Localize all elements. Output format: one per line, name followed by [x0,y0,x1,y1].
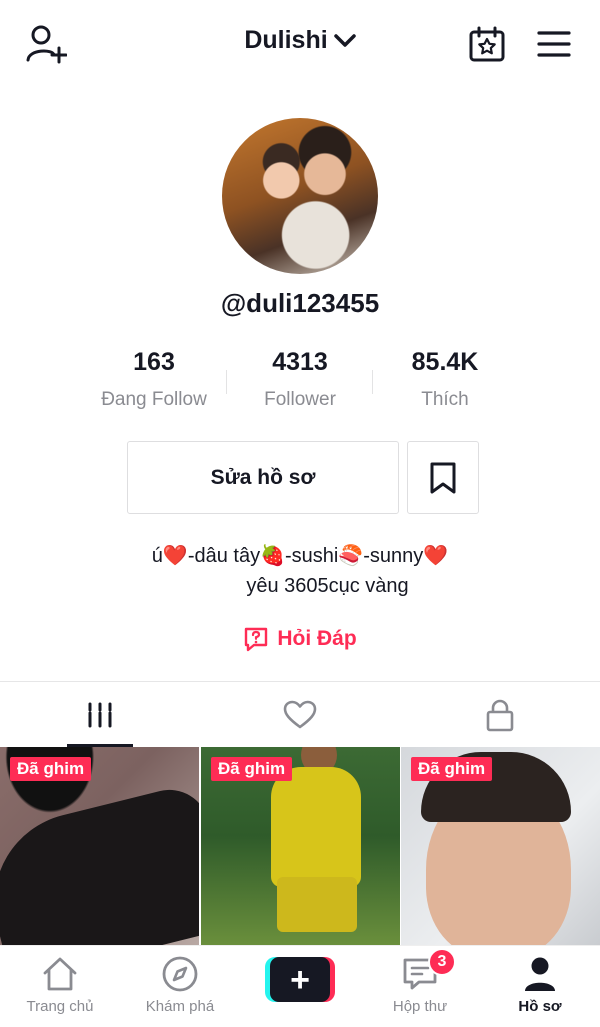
nav-discover[interactable]: Khám phá [120,954,240,1015]
video-grid: Đã ghim Đã ghim Đã ghim [0,747,600,945]
profile-handle: @duli123455 [220,288,380,318]
bookmark-icon [430,462,456,493]
profile-icon [525,957,555,991]
favorites-button[interactable] [407,441,479,514]
nav-home[interactable]: Trang chủ [0,954,120,1015]
liked-heart-icon [283,700,317,729]
nav-label: Hộp thư [392,998,448,1015]
account-name: Dulishi [244,26,328,54]
thumbnail-image [277,877,357,932]
nav-label: Hồ sơ [518,998,562,1015]
edit-profile-button[interactable]: Sửa hồ sơ [127,441,399,514]
calendar-star-icon[interactable] [465,22,509,66]
stat-label: Đang Follow [101,389,207,410]
video-thumbnail[interactable]: Đã ghim [201,747,400,945]
nav-label: Khám phá [145,998,215,1015]
stat-label: Thích [421,389,469,410]
compass-icon [162,956,198,992]
nav-label: Trang chủ [26,998,94,1015]
stat-followers[interactable]: 4313 Follower [225,348,375,411]
pinned-badge: Đã ghim [211,757,293,781]
home-icon [43,957,77,991]
nav-profile[interactable]: Hồ sơ [480,954,600,1015]
videos-grid-icon [88,702,112,728]
menu-icon[interactable] [532,22,576,66]
tab-videos[interactable] [0,682,200,748]
tab-private[interactable] [400,682,600,748]
create-plus-icon: + [270,957,330,1002]
qa-link[interactable]: Hỏi Đáp [0,626,600,652]
avatar[interactable] [222,118,378,274]
content-tabs [0,681,600,747]
pinned-badge: Đã ghim [411,757,493,781]
top-bar: Dulishi [0,0,600,88]
account-switcher[interactable]: Dulishi [0,26,600,55]
chevron-down-icon [333,33,356,47]
inbox-badge: 3 [428,948,456,976]
thumbnail-image [0,781,199,945]
nav-inbox[interactable]: 3 Hộp thư [360,948,480,1015]
stat-label: Follower [264,389,336,410]
stat-divider [226,370,227,394]
stat-value: 85.4K [411,348,479,376]
question-bubble-icon [245,627,268,652]
stat-value: 4313 [272,348,328,376]
bio-line-2: yêu 3605cục vàng [246,575,409,597]
stat-value: 163 [133,348,175,376]
profile-bio: ú❤️-dâu tây🍓-sushi🍣-sunny❤️ yêu 3605cục … [0,541,600,601]
bio-line-1: ú❤️-dâu tây🍓-sushi🍣-sunny❤️ [151,545,449,567]
qa-label: Hỏi Đáp [277,627,357,650]
thumbnail-image [271,767,361,887]
pinned-badge: Đã ghim [10,757,92,781]
stat-likes[interactable]: 85.4K Thích [370,348,520,411]
tab-liked[interactable] [200,682,400,748]
profile-stats: 163 Đang Follow 4313 Follower 85.4K Thíc… [0,348,600,418]
create-button[interactable]: + [265,957,335,1002]
stat-divider [372,370,373,394]
video-thumbnail[interactable]: Đã ghim [401,747,600,945]
video-thumbnail[interactable]: Đã ghim [0,747,199,945]
private-lock-icon [486,699,514,732]
bottom-nav: Trang chủ Khám phá + 3 Hộp thư Hồ sơ [0,945,600,1027]
stat-following[interactable]: 163 Đang Follow [79,348,229,411]
